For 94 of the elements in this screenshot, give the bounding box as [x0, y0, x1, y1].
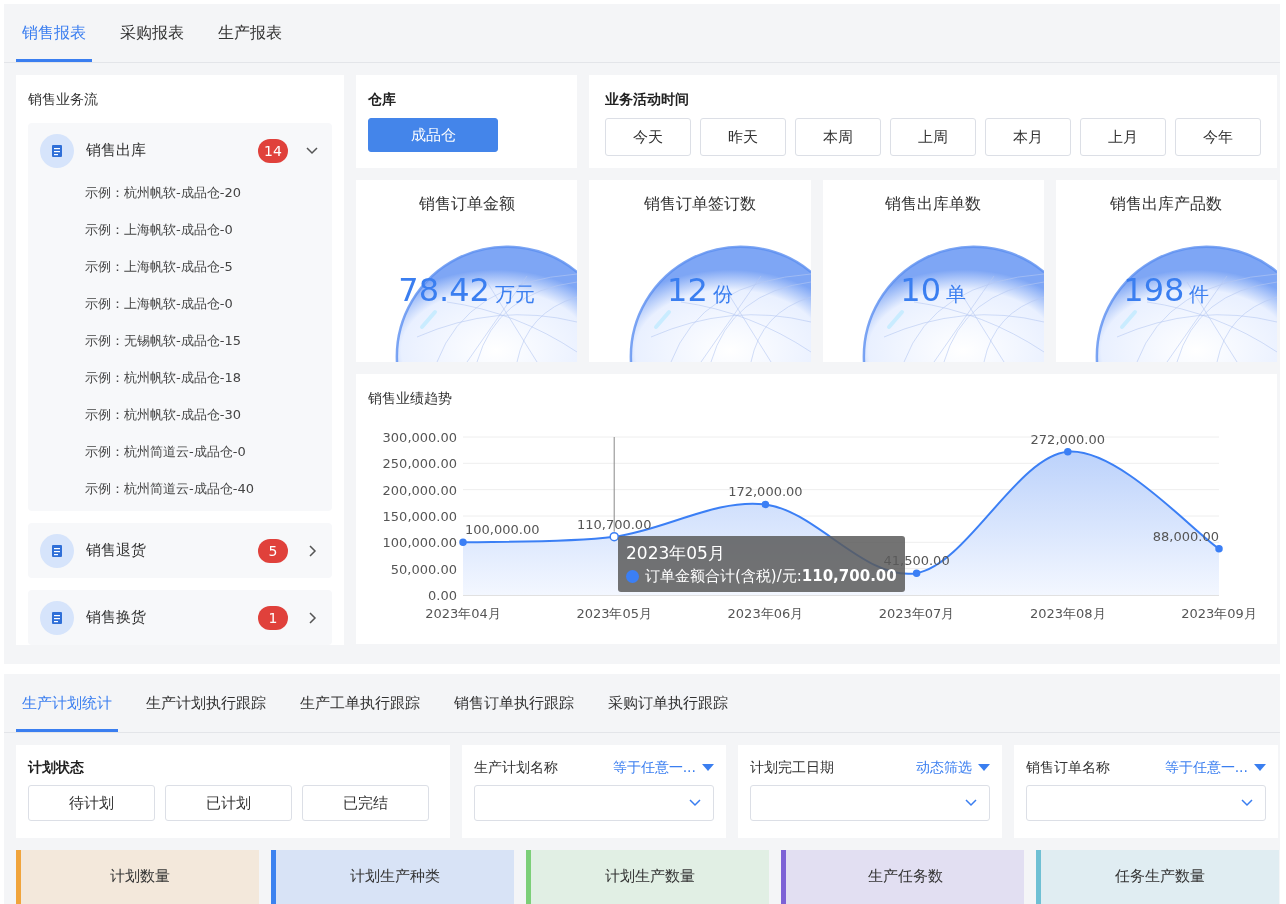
report-tab[interactable]: 采购订单执行跟踪	[602, 674, 734, 732]
y-tick-label: 300,000.00	[382, 430, 457, 445]
flow-entry[interactable]: 示例：杭州简道云-成品仓-40	[40, 474, 320, 511]
flow-entry[interactable]: 示例：上海帆软-成品仓-5	[40, 252, 320, 289]
x-tick-label: 2023年05月	[576, 606, 652, 621]
flow-entry[interactable]: 示例：杭州帆软-成品仓-20	[40, 178, 320, 215]
select-field[interactable]	[474, 785, 714, 821]
chart-title: 销售业绩趋势	[368, 390, 452, 408]
kpi-unit: 件	[1189, 281, 1210, 308]
y-tick-label: 200,000.00	[382, 482, 457, 498]
report-tab[interactable]: 采购报表	[114, 4, 190, 62]
group-label[interactable]: 销售换货	[86, 608, 246, 627]
filter-label: 生产计划名称	[474, 759, 558, 777]
kpi-title: 销售订单金额	[418, 194, 515, 215]
report-tab[interactable]: 生产报表	[212, 4, 288, 62]
value-label: 272,000.00	[1030, 431, 1105, 447]
x-tick-label: 2023年04月	[425, 606, 501, 621]
flow-entry[interactable]: 示例：杭州帆软-成品仓-18	[40, 363, 320, 400]
period-button[interactable]: 本月	[985, 118, 1071, 156]
select-field[interactable]	[750, 785, 990, 821]
data-point	[912, 569, 921, 577]
kpi-unit: 万元	[494, 281, 535, 308]
stat-label: 计划数量	[109, 866, 171, 887]
panel-title: 业务活动时间	[605, 91, 690, 109]
period-button[interactable]: 昨天	[700, 118, 786, 156]
panel-title: 销售业务流	[28, 91, 99, 109]
document-icon	[40, 533, 74, 568]
kpi-title: 销售出库产品数	[1110, 194, 1223, 215]
filter-label: 计划完工日期	[750, 759, 834, 777]
y-tick-label: 50,000.00	[390, 561, 457, 577]
document-icon	[40, 600, 74, 635]
y-tick-label: 0.00	[428, 588, 457, 603]
y-tick-label: 150,000.00	[382, 509, 457, 524]
kpi-value: 12	[667, 271, 708, 309]
report-tab[interactable]: 生产计划执行跟踪	[140, 674, 272, 732]
tooltip-text: 订单金额合计(含税)/元:110,700.00	[645, 567, 897, 586]
value-label: 172,000.00	[728, 484, 803, 500]
report-tab[interactable]: 生产计划统计	[16, 674, 118, 732]
value-label: 100,000.00	[465, 522, 540, 538]
y-tick-label: 250,000.00	[382, 456, 457, 472]
stat-label: 计划生产种类	[349, 866, 441, 887]
flow-entry[interactable]: 示例：杭州帆软-成品仓-30	[40, 400, 320, 437]
stat-label: 计划生产数量	[604, 866, 696, 887]
triangle-down-icon	[702, 764, 714, 772]
kpi-value: 198	[1123, 271, 1185, 309]
report-tab[interactable]: 销售订单执行跟踪	[448, 674, 580, 732]
flow-entry[interactable]: 示例：杭州简道云-成品仓-0	[40, 437, 320, 474]
stat-label: 生产任务数	[866, 866, 944, 887]
data-point	[1064, 448, 1072, 456]
status-button[interactable]: 待计划	[28, 785, 155, 821]
document-icon	[40, 133, 74, 168]
period-button[interactable]: 今天	[605, 118, 691, 156]
kpi-value: 10	[900, 271, 941, 309]
warehouse-button[interactable]: 成品仓	[368, 118, 498, 152]
data-point	[761, 500, 770, 509]
triangle-down-icon	[1254, 764, 1266, 772]
panel-title: 仓库	[368, 91, 397, 109]
data-point	[609, 531, 619, 542]
period-button[interactable]: 今年	[1175, 118, 1261, 156]
flow-entry[interactable]: 示例：上海帆软-成品仓-0	[40, 289, 320, 326]
kpi-title: 销售订单签订数	[643, 194, 756, 215]
flow-entry[interactable]: 示例：上海帆软-成品仓-0	[40, 215, 320, 252]
status-button[interactable]: 已完结	[302, 785, 429, 821]
filter-mode-dropdown[interactable]: 等于任意一...	[612, 759, 714, 777]
filter-mode-dropdown[interactable]: 动态筛选	[916, 759, 990, 777]
filter-mode-dropdown[interactable]: 等于任意一...	[1164, 759, 1266, 777]
count-badge: 5	[258, 538, 288, 563]
kpi-unit: 份	[712, 281, 733, 308]
status-button[interactable]: 已计划	[165, 785, 292, 821]
flow-entry[interactable]: 示例：无锡帆软-成品仓-15	[40, 326, 320, 363]
x-tick-label: 2023年06月	[727, 606, 804, 621]
report-tab[interactable]: 生产工单执行跟踪	[294, 674, 426, 732]
x-tick-label: 2023年08月	[1030, 606, 1106, 621]
panel-title: 计划状态	[28, 759, 85, 777]
period-button[interactable]: 上月	[1080, 118, 1166, 156]
period-button[interactable]: 上周	[890, 118, 976, 156]
select-field[interactable]	[1026, 785, 1266, 821]
period-button[interactable]: 本周	[795, 118, 881, 156]
stat-label: 任务生产数量	[1114, 866, 1206, 887]
x-tick-label: 2023年07月	[878, 606, 955, 621]
kpi-unit: 单	[946, 281, 966, 308]
triangle-down-icon	[978, 764, 990, 772]
x-tick-label: 2023年09月	[1181, 606, 1257, 621]
y-tick-label: 100,000.00	[382, 535, 457, 551]
data-point	[1215, 544, 1223, 553]
group-label[interactable]: 销售出库	[86, 141, 246, 160]
count-badge: 14	[258, 138, 288, 163]
filter-label: 销售订单名称	[1026, 759, 1110, 777]
count-badge: 1	[258, 605, 288, 630]
group-label[interactable]: 销售退货	[86, 541, 246, 560]
value-label: 110,700.00	[577, 516, 652, 532]
data-point	[459, 538, 467, 547]
report-tab[interactable]: 销售报表	[16, 4, 92, 62]
kpi-title: 销售出库单数	[885, 194, 982, 215]
